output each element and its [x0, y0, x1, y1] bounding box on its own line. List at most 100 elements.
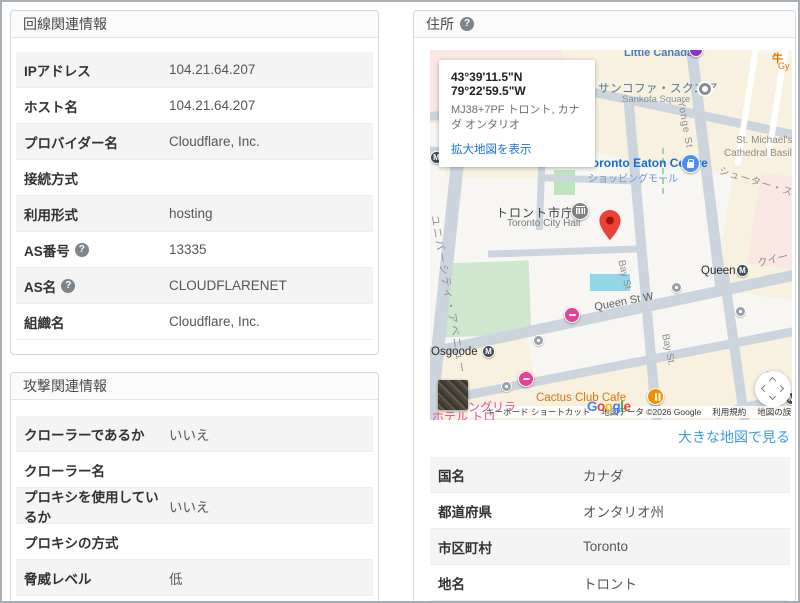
google-map[interactable]: Little Canada 牛 Gy サンコファ・スクエア Sankofa Sq…	[430, 50, 792, 420]
google-logo-letter: o	[597, 399, 605, 414]
bed-icon	[522, 377, 530, 381]
table-row: 利用形式 hosting	[16, 196, 373, 232]
row-value: カナダ	[583, 468, 624, 484]
line-info-card: 回線関連情報 IPアドレス 104.21.64.207 ホスト名 104.21.64.…	[10, 10, 379, 355]
table-row: IPアドレス 104.21.64.207	[16, 52, 373, 88]
table-row: 市区町村 Toronto	[430, 529, 790, 565]
row-label: 地名	[438, 576, 465, 592]
map-label-beef-sub: Gy	[778, 61, 790, 71]
row-label: AS番号?	[24, 240, 169, 260]
row-value: いいえ	[169, 427, 210, 443]
enlarge-map-link[interactable]: 拡大地図を表示	[451, 141, 583, 157]
row-value: 13335	[169, 242, 207, 257]
satellite-view-thumbnail[interactable]	[438, 380, 468, 410]
google-logo[interactable]: Google	[587, 398, 631, 416]
row-value: いいえ	[169, 499, 210, 515]
attack-info-title: 攻撃関連情報	[23, 378, 107, 394]
pan-right-icon[interactable]	[776, 384, 785, 393]
row-value: 104.21.64.207	[169, 98, 256, 113]
help-icon[interactable]: ?	[74, 242, 89, 257]
attack-info-table: クローラーであるか いいえ クローラー名 プロキシを使用しているか いいえ プロキシの方式…	[11, 400, 378, 601]
help-icon[interactable]: ?	[460, 17, 474, 31]
row-label: クローラー名	[24, 463, 105, 479]
google-logo-letter: o	[604, 399, 613, 414]
table-row: クローラーであるか いいえ	[16, 416, 373, 452]
lock-icon	[501, 381, 512, 392]
row-label: プロキシを使用しているか	[24, 489, 159, 525]
row-label: プロバイダー名	[24, 135, 118, 151]
row-value: CLOUDFLARENET	[169, 278, 287, 293]
table-row: クローラー名	[16, 452, 373, 488]
shopping-bag-icon	[687, 158, 694, 168]
row-label: 組織名	[24, 315, 65, 331]
row-label: プロキシの方式	[24, 535, 119, 551]
row-label: AS名?	[24, 276, 169, 296]
map-label-eaton-sub: ショッピングモール	[588, 174, 678, 185]
table-row: AS番号? 13335	[16, 232, 373, 268]
help-icon[interactable]: ?	[61, 278, 76, 293]
line-info-table: IPアドレス 104.21.64.207 ホスト名 104.21.64.207 プロバイ…	[11, 38, 378, 354]
lock-icon	[671, 282, 682, 293]
map-info-card: 43°39'11.5"N 79°22'59.5"W MJ38+7PF トロント,…	[439, 60, 595, 167]
plus-code-address: MJ38+7PF トロント, カナダ オンタリオ	[451, 104, 580, 131]
row-value: Cloudflare, Inc.	[169, 134, 260, 149]
google-logo-letter: e	[623, 399, 632, 414]
map-label-queen-station: Queen	[701, 265, 736, 277]
pan-up-icon[interactable]	[768, 376, 777, 385]
page: 回線関連情報 IPアドレス 104.21.64.207 ホスト名 104.21.64.…	[0, 0, 800, 603]
table-row: プロキシを使用しているか いいえ	[16, 488, 373, 525]
row-label: 接続方式	[24, 171, 78, 187]
coordinates-title: 43°39'11.5"N 79°22'59.5"W	[451, 70, 526, 98]
hotel-marker-icon	[518, 371, 534, 387]
table-row: 地名 トロント	[430, 565, 790, 601]
hotel-marker-icon	[564, 307, 580, 323]
address-header: 住所 ?	[414, 11, 795, 38]
pan-down-icon[interactable]	[768, 392, 777, 401]
address-title: 住所	[426, 16, 454, 32]
osgoode-metro-icon: M	[482, 345, 495, 358]
table-row: 組織名 Cloudflare, Inc.	[16, 304, 373, 340]
map-pan-control[interactable]	[755, 371, 791, 407]
row-label: クローラーであるか	[24, 427, 145, 443]
map-label-cityhall-en: Toronto City Hall	[507, 218, 581, 229]
row-label: ホスト名	[24, 99, 78, 115]
pan-left-icon[interactable]	[760, 384, 769, 393]
row-value: オンタリオ州	[583, 504, 664, 520]
red-map-pin-icon	[599, 210, 621, 240]
table-row: 国名 カナダ	[430, 457, 790, 493]
view-larger-row: 大きな地図で見る	[430, 420, 790, 457]
attack-info-header: 攻撃関連情報	[11, 373, 378, 400]
terms-link[interactable]: 利用規約	[712, 406, 746, 418]
line-info-header: 回線関連情報	[11, 11, 378, 38]
row-label: IPアドレス	[24, 63, 91, 79]
table-row: 脅威レベル 低	[16, 560, 373, 596]
address-table: 国名 カナダ都道府県 オンタリオ州市区町村 Toronto 地名 トロント	[430, 457, 790, 601]
line-info-title: 回線関連情報	[23, 16, 107, 32]
queen-metro-icon: M	[736, 264, 749, 277]
report-map-error-link[interactable]: 地図の誤りを報告する	[757, 406, 792, 418]
restaurant-poi-icon	[647, 388, 664, 405]
row-label: 利用形式	[24, 207, 78, 223]
row-label: 都道府県	[438, 504, 492, 520]
map-label-st-michaels-2: Cathedral Basilica	[724, 148, 792, 159]
lock-icon	[533, 335, 544, 346]
row-value: 低	[169, 571, 183, 587]
row-value: Cloudflare, Inc.	[169, 314, 260, 329]
row-value: トロント	[583, 576, 637, 592]
row-value: 104.21.64.207	[169, 62, 256, 77]
fork-knife-icon	[654, 392, 657, 401]
table-row: AS名? CLOUDFLARENET	[16, 268, 373, 304]
map-park-small	[554, 170, 575, 195]
map-label-osgoode: Osgoode	[431, 346, 478, 358]
google-logo-letter: G	[587, 399, 598, 414]
row-value: Toronto	[583, 539, 629, 554]
row-value: hosting	[169, 206, 213, 221]
sankofa-station-icon	[699, 83, 711, 95]
row-label: 脅威レベル	[24, 571, 92, 587]
view-larger-map-link[interactable]: 大きな地図で見る	[678, 429, 790, 445]
table-row: プロバイダー名 Cloudflare, Inc.	[16, 124, 373, 160]
map-label-st-michaels: St. Michael's Cathedral Basilica	[724, 134, 792, 160]
eaton-shopping-icon	[681, 154, 700, 173]
bed-icon	[568, 313, 576, 317]
row-label: 市区町村	[438, 540, 492, 556]
